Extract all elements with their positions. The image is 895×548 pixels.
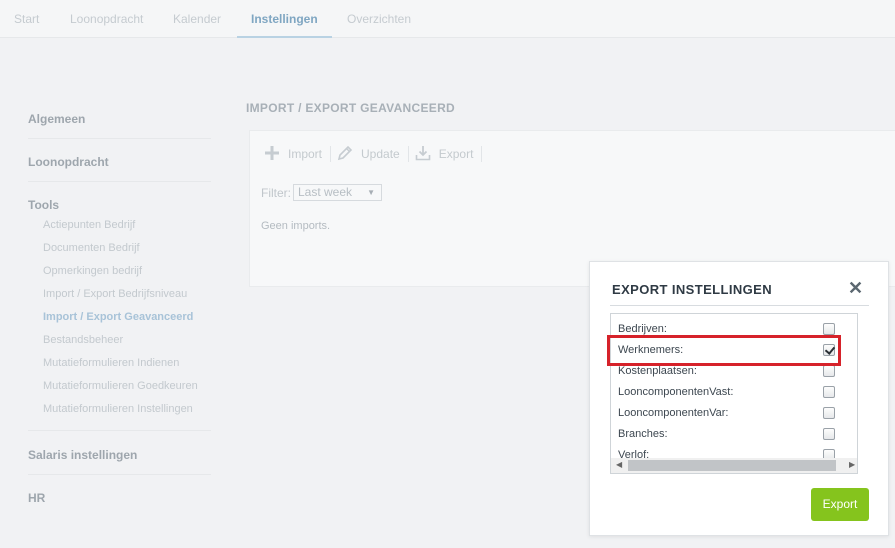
- scroll-left-arrow-icon[interactable]: ◀: [616, 460, 622, 469]
- toolbar-separator: [407, 146, 409, 162]
- close-icon[interactable]: ✕: [848, 278, 863, 299]
- dialog-title: EXPORT INSTELLINGEN: [612, 282, 773, 297]
- top-navigation: Start Loonopdracht Kalender Instellingen…: [0, 0, 895, 38]
- update-label: Update: [361, 147, 400, 161]
- sidebar-section-hr[interactable]: HR: [28, 491, 45, 505]
- pencil-icon: [337, 145, 361, 164]
- sidebar-section-salaris-instellingen[interactable]: Salaris instellingen: [28, 448, 137, 462]
- checkbox-werknemers[interactable]: [823, 344, 835, 356]
- sidebar-divider: [28, 181, 211, 182]
- sidebar-item-documenten-bedrijf[interactable]: Documenten Bedrijf: [43, 242, 140, 254]
- list-item: Werknemers:: [618, 342, 838, 360]
- tab-kalender[interactable]: Kalender: [159, 0, 235, 38]
- option-label-branches: Branches:: [618, 428, 668, 440]
- import-label: Import: [288, 147, 323, 161]
- import-button[interactable]: Import: [264, 145, 328, 164]
- list-item: LooncomponentenVast:: [618, 384, 838, 402]
- tab-loonopdracht[interactable]: Loonopdracht: [56, 0, 157, 38]
- option-label-bedrijven: Bedrijven:: [618, 323, 667, 335]
- sidebar-section-loonopdracht[interactable]: Loonopdracht: [28, 155, 109, 169]
- empty-state-text: Geen imports.: [261, 220, 331, 232]
- checkbox-kostenplaatsen[interactable]: [823, 365, 835, 377]
- checkbox-looncomponentenvar[interactable]: [823, 407, 835, 419]
- tab-instellingen[interactable]: Instellingen: [237, 0, 332, 38]
- sidebar-divider: [28, 138, 211, 139]
- sidebar-item-opmerkingen-bedrijf[interactable]: Opmerkingen bedrijf: [43, 265, 142, 277]
- update-button[interactable]: Update: [337, 145, 406, 164]
- sidebar-section-algemeen[interactable]: Algemeen: [28, 112, 85, 126]
- export-button[interactable]: Export: [811, 488, 869, 521]
- sidebar-item-bestandsbeheer[interactable]: Bestandsbeheer: [43, 334, 123, 346]
- plus-icon: [264, 145, 288, 164]
- checkbox-bedrijven[interactable]: [823, 323, 835, 335]
- option-label-looncomponentenvar: LooncomponentenVar:: [618, 407, 729, 419]
- list-item: Branches:: [618, 426, 838, 444]
- sidebar-item-mutatieformulieren-indienen[interactable]: Mutatieformulieren Indienen: [43, 357, 179, 369]
- export-toolbar-button[interactable]: Export: [415, 145, 480, 164]
- filter-label: Filter:: [261, 185, 291, 200]
- tab-overzichten[interactable]: Overzichten: [333, 0, 425, 38]
- sidebar-section-tools[interactable]: Tools: [28, 198, 59, 212]
- list-item: LooncomponentenVar:: [618, 405, 838, 423]
- toolbar: Import Update Export: [264, 144, 488, 164]
- page-title: IMPORT / EXPORT GEAVANCEERD: [246, 101, 456, 115]
- list-item: Bedrijven:: [618, 321, 838, 339]
- sidebar-item-mutatieformulieren-goedkeuren[interactable]: Mutatieformulieren Goedkeuren: [43, 380, 198, 392]
- filter-selected-value: Last week: [298, 185, 353, 199]
- sidebar-item-import-export-bedrijfsniveau[interactable]: Import / Export Bedrijfsniveau: [43, 288, 187, 300]
- filter-select[interactable]: Last week ▼: [293, 184, 382, 201]
- sidebar-divider: [28, 430, 211, 431]
- checkbox-looncomponentenvast[interactable]: [823, 386, 835, 398]
- scroll-right-arrow-icon[interactable]: ▶: [849, 460, 855, 469]
- toolbar-separator: [330, 146, 332, 162]
- export-label: Export: [438, 147, 474, 161]
- sidebar-item-import-export-geavanceerd[interactable]: Import / Export Geavanceerd: [43, 311, 193, 323]
- list-item: Kostenplaatsen:: [618, 363, 838, 381]
- scrollbar-thumb[interactable]: [628, 460, 836, 471]
- filter-row: Filter: Last week ▼: [261, 184, 382, 201]
- export-options-list[interactable]: Bedrijven: Werknemers: Kostenplaatsen: L…: [610, 313, 858, 474]
- checkbox-branches[interactable]: [823, 428, 835, 440]
- dropdown-arrow-icon: ▼: [367, 188, 375, 197]
- download-icon: [415, 145, 439, 164]
- sidebar-divider: [28, 474, 211, 475]
- sidebar-item-mutatieformulieren-instellingen[interactable]: Mutatieformulieren Instellingen: [43, 403, 193, 415]
- tab-start[interactable]: Start: [0, 0, 53, 38]
- horizontal-scrollbar[interactable]: ◀ ▶: [611, 458, 857, 473]
- option-label-kostenplaatsen: Kostenplaatsen:: [618, 365, 697, 377]
- option-label-looncomponentenvast: LooncomponentenVast:: [618, 386, 734, 398]
- toolbar-separator: [481, 146, 483, 162]
- dialog-divider: [610, 305, 869, 306]
- sidebar-item-actiepunten-bedrijf[interactable]: Actiepunten Bedrijf: [43, 219, 135, 231]
- option-label-werknemers: Werknemers:: [618, 344, 684, 356]
- export-settings-dialog: EXPORT INSTELLINGEN ✕ Bedrijven: Werknem…: [589, 261, 889, 536]
